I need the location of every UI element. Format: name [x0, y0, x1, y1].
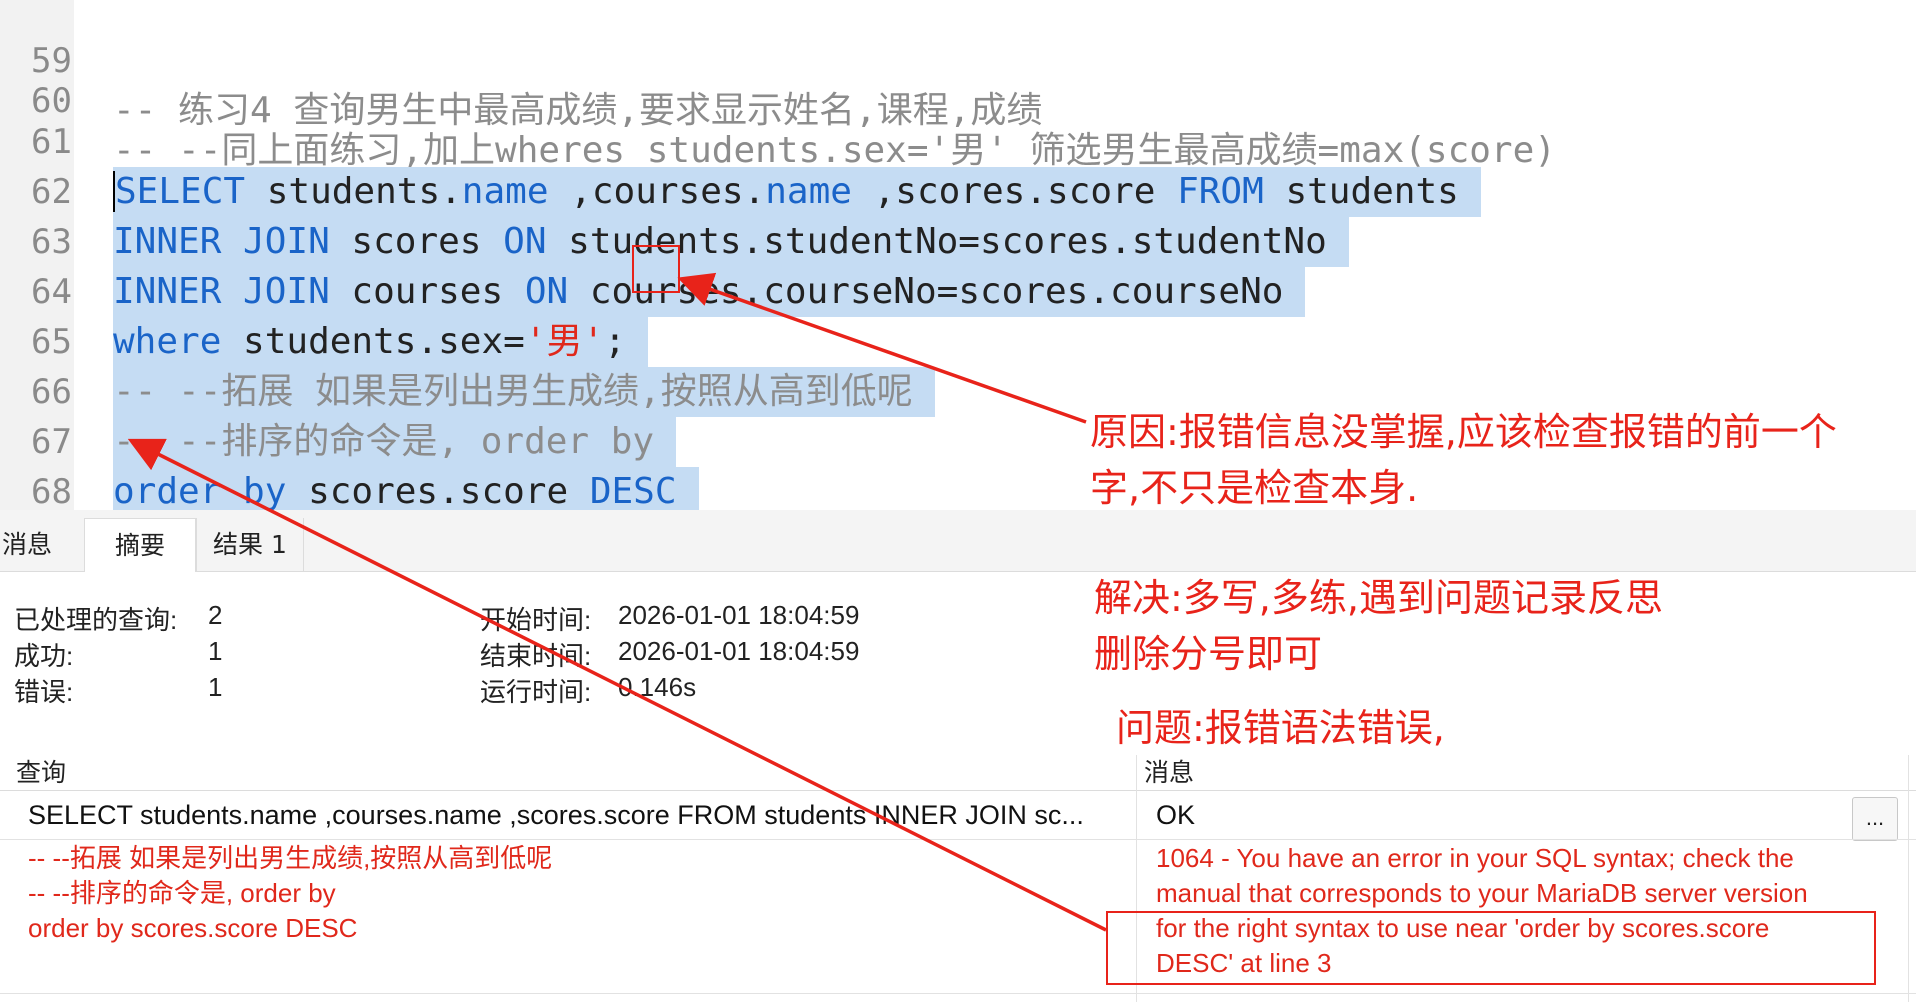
- success-label: 成功:: [14, 641, 74, 671]
- tab-result-1[interactable]: 结果 1: [196, 518, 304, 572]
- code-line-63[interactable]: 63 INNER JOIN courses ON courses.courseN…: [0, 167, 1916, 317]
- keyword: order by: [113, 471, 287, 510]
- tab-summary[interactable]: 摘要: [84, 518, 196, 572]
- column-divider: [1908, 755, 1909, 1002]
- more-button[interactable]: ...: [1852, 797, 1898, 841]
- annotation-solution-line1: 解决:多写,多练,遇到问题记录反思: [1094, 576, 1663, 620]
- row-query-line: -- --排序的命令是, order by: [28, 878, 336, 908]
- row-divider: [0, 993, 1916, 994]
- error-label: 错误:: [14, 677, 74, 707]
- result-tabs: 消息 摘要 结果 1: [0, 510, 1916, 572]
- code-line-61[interactable]: 61 SELECT students.name ,courses.name ,s…: [0, 67, 1916, 217]
- error-message-line: 1064 - You have an error in your SQL syn…: [1156, 843, 1794, 873]
- code-line-65[interactable]: 65 -- --拓展 如果是列出男生成绩,按照从高到低呢: [0, 267, 1916, 417]
- row-query: SELECT students.name ,courses.name ,scor…: [28, 800, 1084, 830]
- run-time-label: 运行时间:: [480, 677, 592, 707]
- error-highlight-box: [1106, 911, 1876, 985]
- tab-messages[interactable]: 消息: [0, 518, 68, 572]
- annotation-solution-line2: 删除分号即可: [1094, 632, 1323, 676]
- success-value: 1: [208, 636, 223, 666]
- code-line-66[interactable]: 66 -- --排序的命令是, order by: [0, 317, 1916, 467]
- row-message: OK: [1156, 800, 1196, 830]
- start-time-label: 开始时间:: [480, 605, 592, 635]
- row-query-line: -- --拓展 如果是列出男生成绩,按照从高到低呢: [28, 843, 553, 873]
- code-text: scores.score: [286, 471, 590, 510]
- error-message-line: manual that corresponds to your MariaDB …: [1156, 878, 1808, 908]
- end-time-label: 结束时间:: [480, 641, 592, 671]
- column-header-message[interactable]: 消息: [1136, 755, 1916, 791]
- code-line-62[interactable]: 62 INNER JOIN scores ON students.student…: [0, 117, 1916, 267]
- line-number: 68: [31, 472, 72, 510]
- annotation-cause-line1: 原因:报错信息没掌握,应该检查报错的前一个: [1090, 410, 1837, 454]
- annotation-cause-line2: 字,不只是检查本身.: [1090, 466, 1419, 510]
- row-divider: [0, 839, 1916, 840]
- semicolon-highlight-box: [632, 245, 680, 293]
- annotation-problem: 问题:报错语法错误,: [1116, 706, 1445, 750]
- selected-code: order by scores.score DESC: [113, 467, 699, 510]
- column-header-query[interactable]: 查询: [0, 755, 1136, 791]
- row-query-line: order by scores.score DESC: [28, 913, 358, 943]
- run-time-value: 0.146s: [618, 672, 697, 702]
- start-time-value: 2026-01-01 18:04:59: [618, 600, 860, 630]
- error-value: 1: [208, 672, 223, 702]
- processed-label: 已处理的查询:: [14, 605, 178, 635]
- code-line-64[interactable]: 64 where students.sex='男';: [0, 217, 1916, 367]
- keyword: DESC: [589, 471, 677, 510]
- end-time-value: 2026-01-01 18:04:59: [618, 636, 860, 666]
- processed-value: 2: [208, 600, 223, 630]
